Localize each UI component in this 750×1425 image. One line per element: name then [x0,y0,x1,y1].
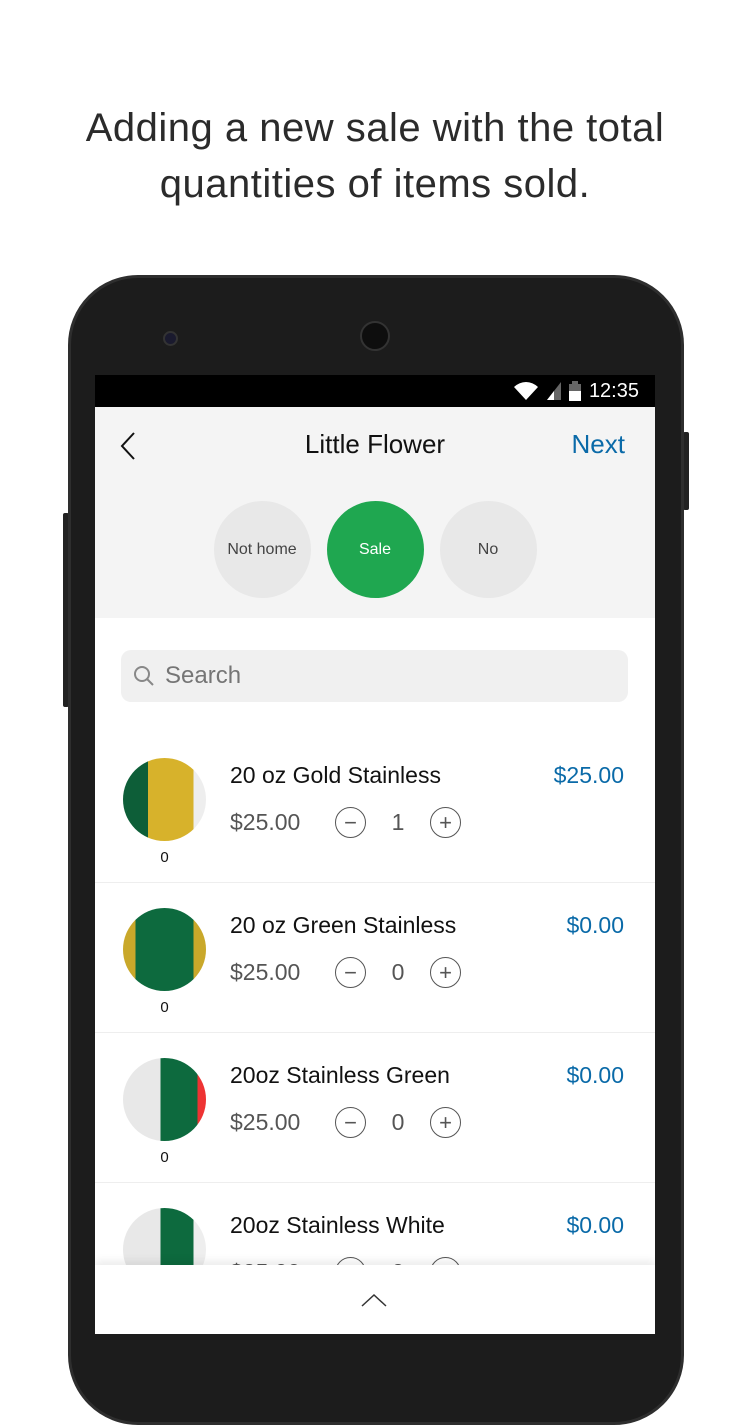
plus-icon[interactable]: + [430,1107,461,1138]
minus-icon[interactable]: − [335,1107,366,1138]
header: Little Flower Next Not home Sale No [95,407,655,618]
camera [163,331,178,346]
line-total: $0.00 [566,1062,624,1088]
plus-icon[interactable]: + [430,807,461,838]
search-icon [134,666,154,686]
caption: Adding a new sale with the total quantit… [85,106,665,206]
next-button[interactable]: Next [572,429,625,460]
clock: 12:35 [588,379,639,402]
unit-price: $25.00 [230,959,301,985]
line-total: $0.00 [566,1212,624,1238]
stock-count: 0 [160,849,169,866]
minus-icon[interactable]: − [335,957,366,988]
minus-icon[interactable]: − [335,807,366,838]
stock-count: 0 [160,1149,169,1166]
chevron-up-icon[interactable] [361,1293,387,1307]
product-image [123,1058,206,1141]
plus-icon[interactable]: + [430,957,461,988]
disposition-selector: Not home Sale No [95,501,655,598]
product-row: 0 20 oz Green Stainless $0.00 $25.00 − 0… [95,883,655,1033]
product-name: 20oz Stainless Green [230,1062,450,1088]
speaker [360,321,390,351]
stock-count: 0 [160,999,169,1016]
product-image [123,908,206,991]
battery-icon [568,381,581,401]
product-name: 20oz Stainless White [230,1212,445,1238]
unit-price: $25.00 [230,809,301,835]
quantity: 0 [391,959,405,985]
bottom-sheet[interactable] [95,1265,655,1334]
quantity: 1 [391,809,405,835]
screen: 12:35 Little Flower Next Not home Sale N… [95,375,655,1334]
disposition-no[interactable]: No [439,501,537,598]
product-row: 0 20oz Stainless Green $0.00 $25.00 − 0 … [95,1033,655,1183]
search-bar[interactable] [121,650,628,702]
unit-price: $25.00 [230,1109,301,1135]
signal-icon [546,382,561,400]
product-name: 20 oz Gold Stainless [230,762,441,788]
search-input[interactable] [165,662,605,690]
product-image [123,758,206,841]
line-total: $0.00 [566,912,624,938]
disposition-sale[interactable]: Sale [326,501,424,598]
wifi-icon [513,382,538,400]
product-name: 20 oz Green Stainless [230,912,457,938]
disposition-not-home[interactable]: Not home [213,501,311,598]
line-total: $25.00 [553,762,624,788]
quantity: 0 [391,1109,405,1135]
product-row: 0 20 oz Gold Stainless $25.00 $25.00 − 1… [95,733,655,883]
status-bar: 12:35 [95,375,655,407]
